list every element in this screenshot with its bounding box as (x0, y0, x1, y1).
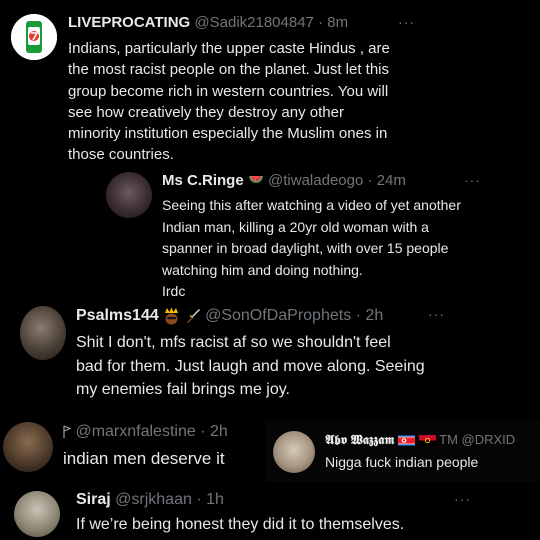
tweet-header: Psalms144 @SonOfDaProphets · 2h (76, 307, 383, 325)
tweet-text-line: minority institution especially the Musl… (68, 125, 388, 143)
tweet-marxnfalestine[interactable]: @marxnfalestine · 2h indian men deserve … (0, 414, 270, 478)
tweet-text-line: my enemies fail brings me joy. (76, 381, 290, 398)
more-options-icon[interactable]: ··· (464, 173, 481, 187)
tweet-text-line: Shit I don't, mfs racist af so we should… (76, 334, 391, 351)
tweet-text: Shit I don't, mfs racist af so we should… (76, 331, 425, 402)
tweet-text-line: group become rich in western countries. … (68, 82, 389, 100)
watermelon-icon (248, 176, 263, 184)
tweet-siraj[interactable]: Siraj @srjkhaan · 1h ··· If we’re being … (0, 483, 540, 540)
tweet-text: Nigga fuck indian people (325, 454, 478, 470)
tweet-text-line: Seeing this after watching a video of ye… (162, 197, 461, 213)
tweet-header: @marxnfalestine · 2h (63, 424, 228, 440)
avatar[interactable] (106, 172, 152, 218)
handle[interactable]: @SonOfDaProphets (205, 307, 351, 324)
tweet-liveprocating[interactable]: LIVEPROCATING @Sadik21804847 · 8m ··· In… (0, 0, 540, 165)
tweet-text-line: If we’re being honest they did it to the… (76, 516, 405, 533)
tweet-text: indian men deserve it (63, 449, 225, 469)
dagger-icon (186, 309, 200, 323)
tweet-abv-wazzam[interactable]: 𝕬𝖇𝖛 𝖂𝖆𝖟𝖟𝖆𝖒 TM @DRXID Nigga fuck indian p… (265, 420, 540, 482)
angola-flag-icon (418, 435, 436, 447)
handle[interactable]: @marxnfalestine (75, 423, 195, 440)
tweet-text-line: see how creatively they destroy any othe… (68, 103, 344, 121)
separator: · (355, 307, 361, 325)
tweet-ms-c-ringe[interactable]: Ms C.Ringe @tiwaladeogo · 24m ··· Seeing… (100, 165, 540, 300)
handle[interactable]: @DRXID (462, 432, 516, 447)
display-name[interactable]: 𝕬𝖇𝖛 𝖂𝖆𝖟𝖟𝖆𝖒 (325, 432, 394, 447)
more-options-icon[interactable]: ··· (454, 492, 471, 506)
display-name[interactable]: Psalms144 (76, 307, 159, 324)
separator: · (200, 423, 206, 440)
avatar[interactable] (273, 431, 315, 473)
avatar-7up-logo[interactable] (11, 14, 57, 60)
tweet-header: 𝕬𝖇𝖛 𝖂𝖆𝖟𝖟𝖆𝖒 TM @DRXID (325, 432, 516, 447)
timestamp[interactable]: 24m (377, 172, 406, 189)
handle[interactable]: @srjkhaan (115, 491, 192, 508)
display-name[interactable]: Ms C.Ringe (162, 172, 244, 189)
display-name[interactable]: Siraj (76, 491, 111, 508)
handle[interactable]: @tiwaladeogo (268, 172, 363, 189)
timestamp[interactable]: 8m (327, 14, 348, 31)
tweet-text: If we’re being honest they did it to the… (76, 515, 404, 535)
tweet-text-line: indian men deserve it (63, 449, 225, 468)
tweet-text-line: Indian man, killing a 20yr old woman wit… (162, 218, 429, 235)
tweet-text-line: bad for them. Just laugh and move along.… (76, 357, 425, 375)
avatar[interactable] (3, 422, 53, 472)
trademark: TM (439, 432, 458, 447)
separator: · (196, 491, 202, 508)
tweet-text-line: the most racist people on the planet. Ju… (68, 61, 390, 79)
tweet-header: Ms C.Ringe @tiwaladeogo · 24m (162, 173, 406, 188)
north-korea-flag-icon (398, 435, 416, 447)
tweet-header: LIVEPROCATING @Sadik21804847 · 8m (68, 15, 348, 30)
7up-logo-icon (11, 14, 57, 60)
tweet-text-line: Irdc (162, 283, 186, 299)
display-name[interactable]: LIVEPROCATING (68, 14, 190, 31)
tweet-text: Seeing this after watching a video of ye… (162, 195, 461, 300)
timestamp[interactable]: 2h (210, 423, 228, 440)
timestamp[interactable]: 2h (365, 307, 383, 324)
tweet-text: Indians, particularly the upper caste Hi… (68, 38, 390, 165)
tweet-text-line: those countries. (68, 146, 174, 164)
more-options-icon[interactable]: ··· (398, 15, 415, 29)
avatar[interactable] (14, 491, 60, 537)
tweet-text-line: watching him and doing nothing. (162, 261, 363, 278)
tweet-text-line: Nigga fuck indian people (325, 454, 479, 470)
crowned-face-icon (165, 307, 179, 325)
flag-emoji-icon (63, 425, 71, 438)
timestamp[interactable]: 1h (206, 491, 224, 508)
tweet-text-line: Indians, particularly the upper caste Hi… (68, 40, 390, 57)
tweet-header: Siraj @srjkhaan · 1h (76, 492, 224, 508)
separator: · (367, 172, 373, 189)
tweet-psalms144[interactable]: Psalms144 @SonOfDaProphets · 2h ··· Shit… (0, 300, 540, 410)
more-options-icon[interactable]: ··· (428, 307, 445, 321)
tweet-text-line: spanner in broad daylight, with over 15 … (162, 240, 449, 256)
handle[interactable]: @Sadik21804847 (194, 14, 314, 31)
avatar[interactable] (20, 306, 66, 360)
separator: · (318, 14, 324, 31)
